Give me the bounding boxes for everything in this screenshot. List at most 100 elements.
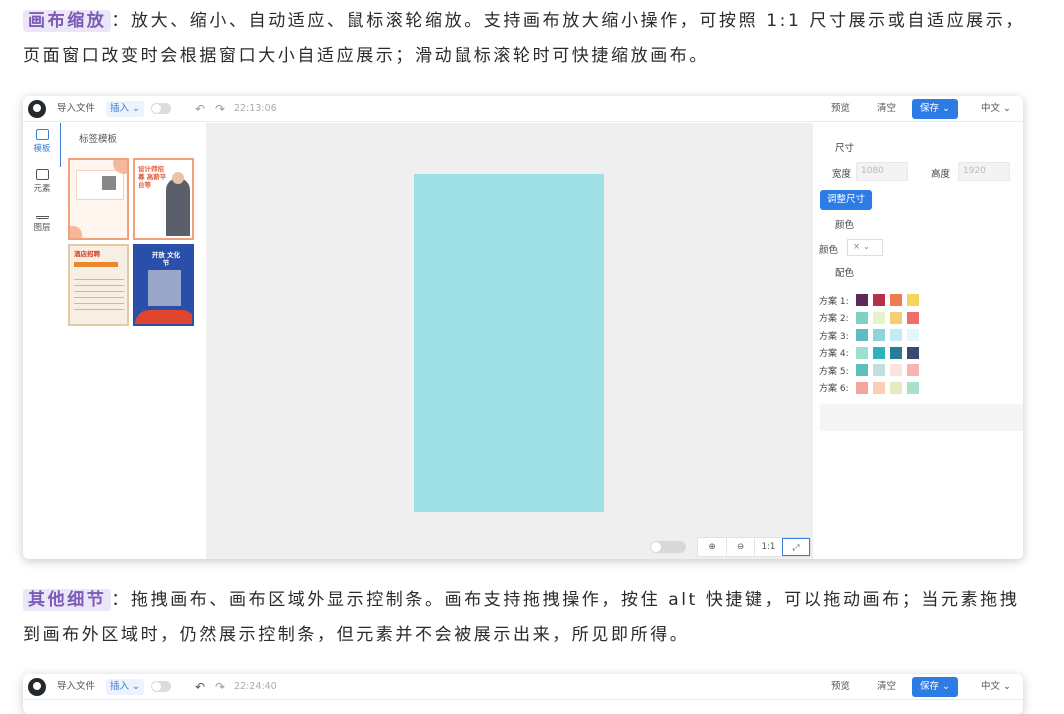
template-card-text: 酒店招聘 <box>74 250 100 258</box>
language-select[interactable]: 中文 ⌄ <box>981 96 1011 122</box>
adjust-size-button[interactable]: 调整尺寸 <box>820 190 873 210</box>
section-zoom-text: ：放大、缩小、自动适应、鼠标滚轮缩放。支持画布放大缩小操作，可按照 1:1 尺寸… <box>23 11 1025 66</box>
color-swatch[interactable] <box>873 294 885 306</box>
decor-wave <box>135 310 192 324</box>
save-button[interactable]: 保存 ⌄ <box>912 677 958 697</box>
zoom-one-to-one-button[interactable]: 1:1 <box>754 538 782 556</box>
color-select[interactable]: × ⌄ <box>847 239 883 256</box>
nav-item-layers[interactable]: 图层 <box>23 211 61 233</box>
palette-scheme-row[interactable]: 方案 4: <box>819 346 924 360</box>
redo-icon[interactable]: ↷ <box>215 96 225 122</box>
redo-icon[interactable]: ↷ <box>215 674 225 700</box>
top-toolbar: 导入文件 插入 ⌄ ↶ ↷ 22:13:06 预览 清空 保存 ⌄ 中文 ⌄ <box>23 96 1023 122</box>
color-swatch[interactable] <box>907 294 919 306</box>
color-swatch[interactable] <box>907 346 919 359</box>
text-lines <box>74 274 124 314</box>
color-section-title: 颜色 <box>835 220 855 231</box>
insert-button[interactable]: 插入 ⌄ <box>106 101 144 117</box>
template-card[interactable]: 酒店招聘 <box>68 244 129 326</box>
poster-qr <box>148 270 181 306</box>
template-card-text: 设计师招募 高薪平台等 <box>138 165 167 189</box>
qr-code <box>102 176 116 190</box>
section-zoom-title: 画布缩放 <box>23 10 112 32</box>
nav-item-templates[interactable]: 模板 <box>23 129 61 154</box>
height-label: 高度 <box>931 169 951 180</box>
zoom-toggle[interactable] <box>650 541 686 553</box>
editor-screenshot: 导入文件 插入 ⌄ ↶ ↷ 22:13:06 预览 清空 保存 ⌄ 中文 ⌄ 模… <box>23 96 1023 559</box>
clear-button[interactable]: 清空 <box>877 96 896 122</box>
section-zoom-description: 画布缩放 ：放大、缩小、自动适应、鼠标滚轮缩放。支持画布放大缩小操作，可按照 1:… <box>23 4 1034 74</box>
color-swatch[interactable] <box>873 364 885 376</box>
color-swatch[interactable] <box>873 381 885 394</box>
canvas-area[interactable]: ⊕ ⊖ 1:1 ⤢ <box>206 123 813 559</box>
color-swatch[interactable] <box>907 311 919 324</box>
template-card[interactable]: 开放 文化节 <box>133 244 194 326</box>
color-swatch[interactable] <box>907 329 919 341</box>
person-head <box>172 172 184 184</box>
preview-button[interactable]: 预览 <box>831 674 850 700</box>
scheme-name: 方案 3: <box>819 331 849 342</box>
decor-circle <box>70 226 82 238</box>
banner-bar <box>74 262 118 267</box>
nav-item-elements[interactable]: 元素 <box>23 169 61 194</box>
template-card[interactable] <box>68 158 129 240</box>
github-icon[interactable] <box>28 100 46 118</box>
palette-scheme-row[interactable]: 方案 2: <box>819 311 924 325</box>
color-swatch[interactable] <box>856 364 868 376</box>
color-swatch[interactable] <box>873 346 885 359</box>
nav-item-label: 模板 <box>33 144 51 154</box>
color-swatch[interactable] <box>856 311 868 324</box>
color-swatch[interactable] <box>856 329 868 341</box>
template-panel: 标签模板 设计师招募 高薪平台等 酒店招聘 开放 文化节 <box>61 123 206 559</box>
color-swatch[interactable] <box>890 294 902 306</box>
palette-section-title: 配色 <box>835 268 855 279</box>
preview-button[interactable]: 预览 <box>831 96 850 122</box>
palette-scheme-row[interactable]: 方案 3: <box>819 328 924 342</box>
zoom-control-bar: ⊕ ⊖ 1:1 ⤢ <box>697 537 811 557</box>
color-swatch[interactable] <box>907 381 919 394</box>
color-swatch[interactable] <box>890 311 902 324</box>
color-label: 颜色 <box>819 245 839 256</box>
github-icon[interactable] <box>28 678 46 696</box>
import-file-button[interactable]: 导入文件 <box>57 96 95 122</box>
nav-item-label: 元素 <box>33 184 51 194</box>
color-swatch[interactable] <box>890 381 902 394</box>
width-input[interactable]: 1080 <box>856 162 908 181</box>
height-input[interactable]: 1920 <box>958 162 1010 181</box>
language-select[interactable]: 中文 ⌄ <box>981 674 1011 700</box>
color-swatch[interactable] <box>873 311 885 324</box>
toolbar-toggle[interactable] <box>151 681 171 692</box>
color-swatch[interactable] <box>890 364 902 376</box>
person-photo <box>166 178 190 236</box>
section-other-title: 其他细节 <box>23 589 112 611</box>
import-file-button[interactable]: 导入文件 <box>57 674 95 700</box>
scheme-name: 方案 2: <box>819 314 849 324</box>
toolbar-toggle[interactable] <box>151 103 171 114</box>
color-swatch[interactable] <box>873 329 885 341</box>
color-swatch[interactable] <box>856 346 868 359</box>
template-card[interactable]: 设计师招募 高薪平台等 <box>133 158 194 240</box>
palette-scheme-row[interactable]: 方案 1: <box>819 293 924 307</box>
zoom-out-icon[interactable]: ⊖ <box>726 538 754 556</box>
top-toolbar: 导入文件 插入 ⌄ ↶ ↷ 22:24:40 预览 清空 保存 ⌄ 中文 ⌄ <box>23 674 1023 700</box>
section-other-description: 其他细节 ：拖拽画布、画布区域外显示控制条。画布支持拖拽操作，按住 alt 快捷键… <box>23 583 1034 653</box>
zoom-in-icon[interactable]: ⊕ <box>698 538 726 556</box>
insert-button[interactable]: 插入 ⌄ <box>106 679 144 695</box>
section-other-text: ：拖拽画布、画布区域外显示控制条。画布支持拖拽操作，按住 alt 快捷键，可以拖… <box>23 590 1020 645</box>
undo-icon[interactable]: ↶ <box>195 674 205 700</box>
color-swatch[interactable] <box>890 346 902 359</box>
palette-scheme-row[interactable]: 方案 6: <box>819 381 924 395</box>
color-swatch[interactable] <box>856 294 868 306</box>
save-button[interactable]: 保存 ⌄ <box>912 99 958 119</box>
color-swatch[interactable] <box>890 329 902 341</box>
color-swatch[interactable] <box>856 381 868 394</box>
undo-icon[interactable]: ↶ <box>195 96 205 122</box>
palette-scheme-row[interactable]: 方案 5: <box>819 363 924 377</box>
fit-screen-icon[interactable]: ⤢ <box>782 538 810 556</box>
scheme-name: 方案 5: <box>819 366 849 377</box>
width-label: 宽度 <box>832 169 852 180</box>
clear-button[interactable]: 清空 <box>877 674 896 700</box>
design-canvas[interactable] <box>414 174 604 512</box>
image-icon <box>35 169 49 180</box>
color-swatch[interactable] <box>907 364 919 376</box>
